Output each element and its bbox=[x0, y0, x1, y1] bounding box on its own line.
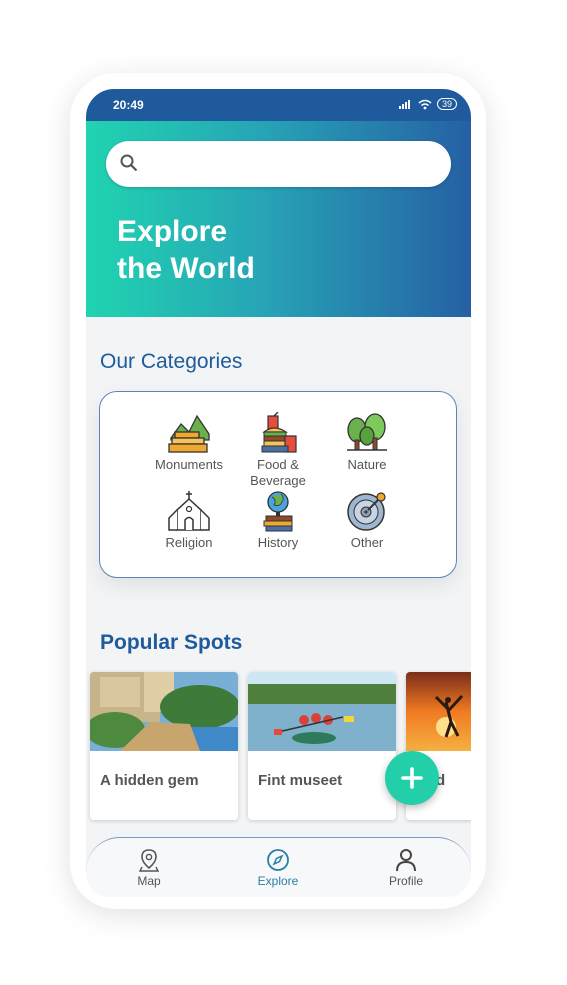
wifi-icon bbox=[418, 99, 432, 109]
battery-indicator: 39 bbox=[436, 98, 457, 110]
plus-icon bbox=[401, 767, 423, 789]
nav-item-profile[interactable]: Profile bbox=[361, 848, 451, 888]
popular-heading: Popular Spots bbox=[100, 631, 243, 654]
category-other[interactable]: Other bbox=[322, 490, 412, 551]
hero-title: Explore the World bbox=[117, 213, 255, 287]
nav-label: Profile bbox=[388, 874, 423, 888]
spot-card[interactable]: A hidden gem bbox=[90, 672, 238, 820]
category-label: History bbox=[257, 535, 299, 550]
nav-item-map[interactable]: Map bbox=[104, 848, 194, 888]
categories-heading: Our Categories bbox=[100, 350, 243, 373]
category-history[interactable]: History bbox=[233, 490, 323, 551]
spot-title: Fint museet bbox=[258, 772, 343, 789]
categories-card: Monuments Food & Beverage Nature Religio… bbox=[99, 391, 457, 578]
spot-image bbox=[90, 672, 238, 751]
app-screen: 20:49 39 Explore the World Our Categorie… bbox=[86, 89, 471, 897]
hero-title-line1: Explore bbox=[117, 215, 228, 248]
trees-icon bbox=[347, 413, 387, 451]
nav-label: Explore bbox=[257, 874, 299, 888]
map-pin-icon bbox=[138, 849, 160, 872]
search-bar[interactable] bbox=[106, 141, 451, 187]
category-label: Monuments bbox=[155, 457, 223, 472]
category-religion[interactable]: Religion bbox=[144, 490, 234, 551]
category-nature[interactable]: Nature bbox=[322, 412, 412, 473]
compass-icon bbox=[267, 849, 289, 871]
monument-icon bbox=[168, 414, 210, 453]
hero-title-line2: the World bbox=[117, 252, 255, 285]
spot-title: A hidden gem bbox=[100, 772, 199, 789]
add-spot-button[interactable] bbox=[385, 751, 439, 805]
category-monuments[interactable]: Monuments bbox=[144, 412, 234, 473]
category-label: Other bbox=[350, 535, 384, 550]
spot-image bbox=[406, 672, 471, 751]
category-label: Nature bbox=[347, 457, 387, 472]
nav-item-explore[interactable]: Explore bbox=[233, 848, 323, 888]
vinyl-icon bbox=[347, 492, 386, 531]
category-food-beverage[interactable]: Food & Beverage bbox=[233, 412, 323, 489]
church-icon bbox=[168, 491, 210, 531]
food-icon bbox=[261, 412, 297, 453]
status-bar: 20:49 39 bbox=[86, 89, 471, 121]
search-input[interactable] bbox=[148, 151, 442, 179]
status-time: 20:49 bbox=[113, 98, 144, 112]
signal-icon bbox=[398, 100, 410, 109]
hero-banner: Explore the World bbox=[86, 121, 471, 317]
bottom-navigation: Map Explore Profile bbox=[86, 837, 471, 897]
status-icons: 39 bbox=[398, 98, 457, 110]
category-label: Religion bbox=[165, 535, 213, 550]
user-icon bbox=[396, 849, 416, 872]
spot-image bbox=[248, 672, 396, 751]
globe-books-icon bbox=[263, 491, 293, 532]
category-label: Food & Beverage bbox=[250, 457, 306, 488]
nav-label: Map bbox=[137, 874, 161, 888]
search-icon bbox=[120, 154, 138, 172]
spot-card[interactable]: Fint museet bbox=[248, 672, 396, 820]
